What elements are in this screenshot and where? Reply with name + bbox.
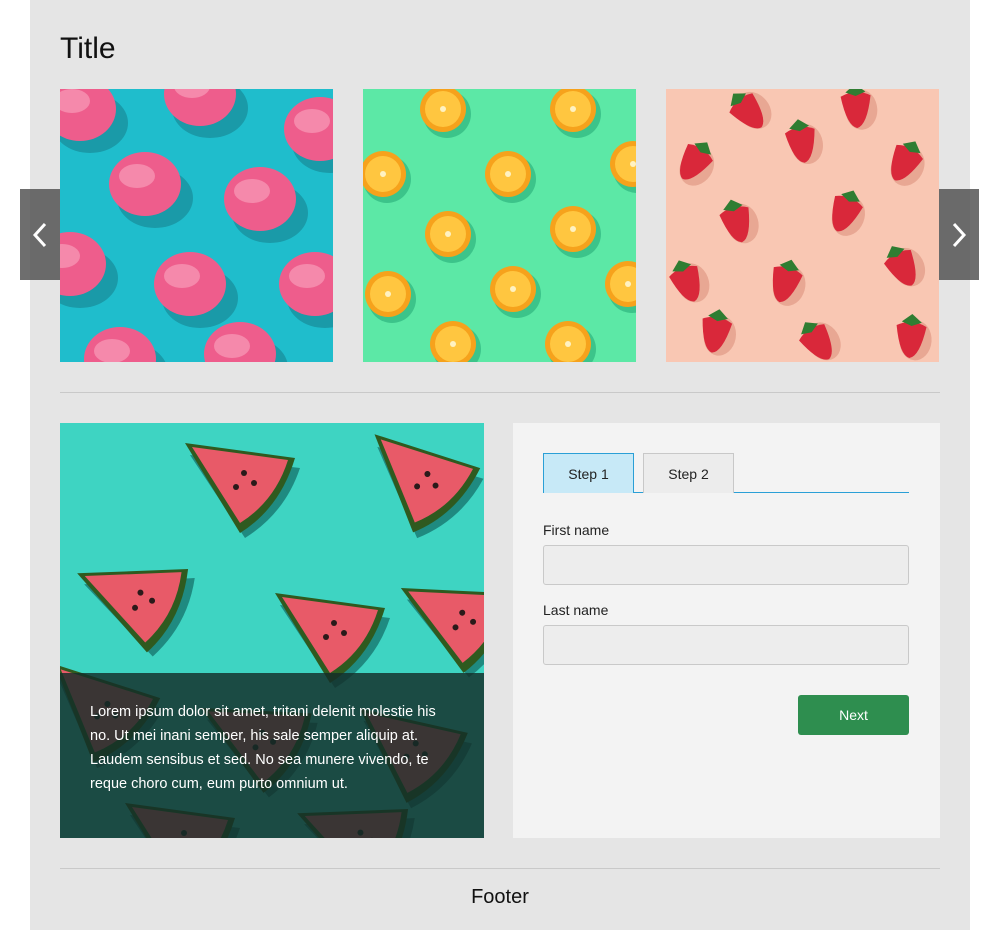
footer-divider bbox=[60, 868, 940, 869]
page-footer: Footer bbox=[471, 886, 529, 908]
step-tabs: Step 1 Step 2 bbox=[543, 453, 909, 493]
carousel-slide-oranges[interactable] bbox=[363, 89, 636, 362]
last-name-field[interactable] bbox=[543, 625, 909, 665]
first-name-field[interactable] bbox=[543, 545, 909, 585]
next-button[interactable]: Next bbox=[798, 695, 909, 735]
ice-cream-image bbox=[60, 89, 333, 362]
section-divider bbox=[60, 392, 940, 393]
first-name-label: First name bbox=[543, 522, 610, 538]
oranges-image bbox=[363, 89, 636, 362]
tab-step-1[interactable]: Step 1 bbox=[543, 453, 634, 493]
tab-step-2[interactable]: Step 2 bbox=[643, 453, 734, 493]
page-title: Title bbox=[60, 32, 116, 65]
carousel-slide-ice-cream[interactable] bbox=[60, 89, 333, 362]
feature-caption: Lorem ipsum dolor sit amet, tritani dele… bbox=[60, 673, 484, 838]
feature-image-card: Lorem ipsum dolor sit amet, tritani dele… bbox=[60, 423, 484, 838]
carousel-prev-button[interactable] bbox=[20, 189, 60, 280]
image-carousel bbox=[20, 89, 979, 362]
form-panel: Step 1 Step 2 First name Last name Next bbox=[513, 423, 940, 838]
page-container: Title Lorem ipsum dolor sit amet, tritan… bbox=[20, 0, 979, 930]
carousel-next-button[interactable] bbox=[939, 189, 979, 280]
carousel-slide-strawberries[interactable] bbox=[666, 89, 939, 362]
chevron-right-icon bbox=[952, 222, 967, 247]
chevron-left-icon bbox=[32, 222, 47, 247]
strawberries-image bbox=[666, 89, 939, 362]
last-name-label: Last name bbox=[543, 602, 609, 618]
